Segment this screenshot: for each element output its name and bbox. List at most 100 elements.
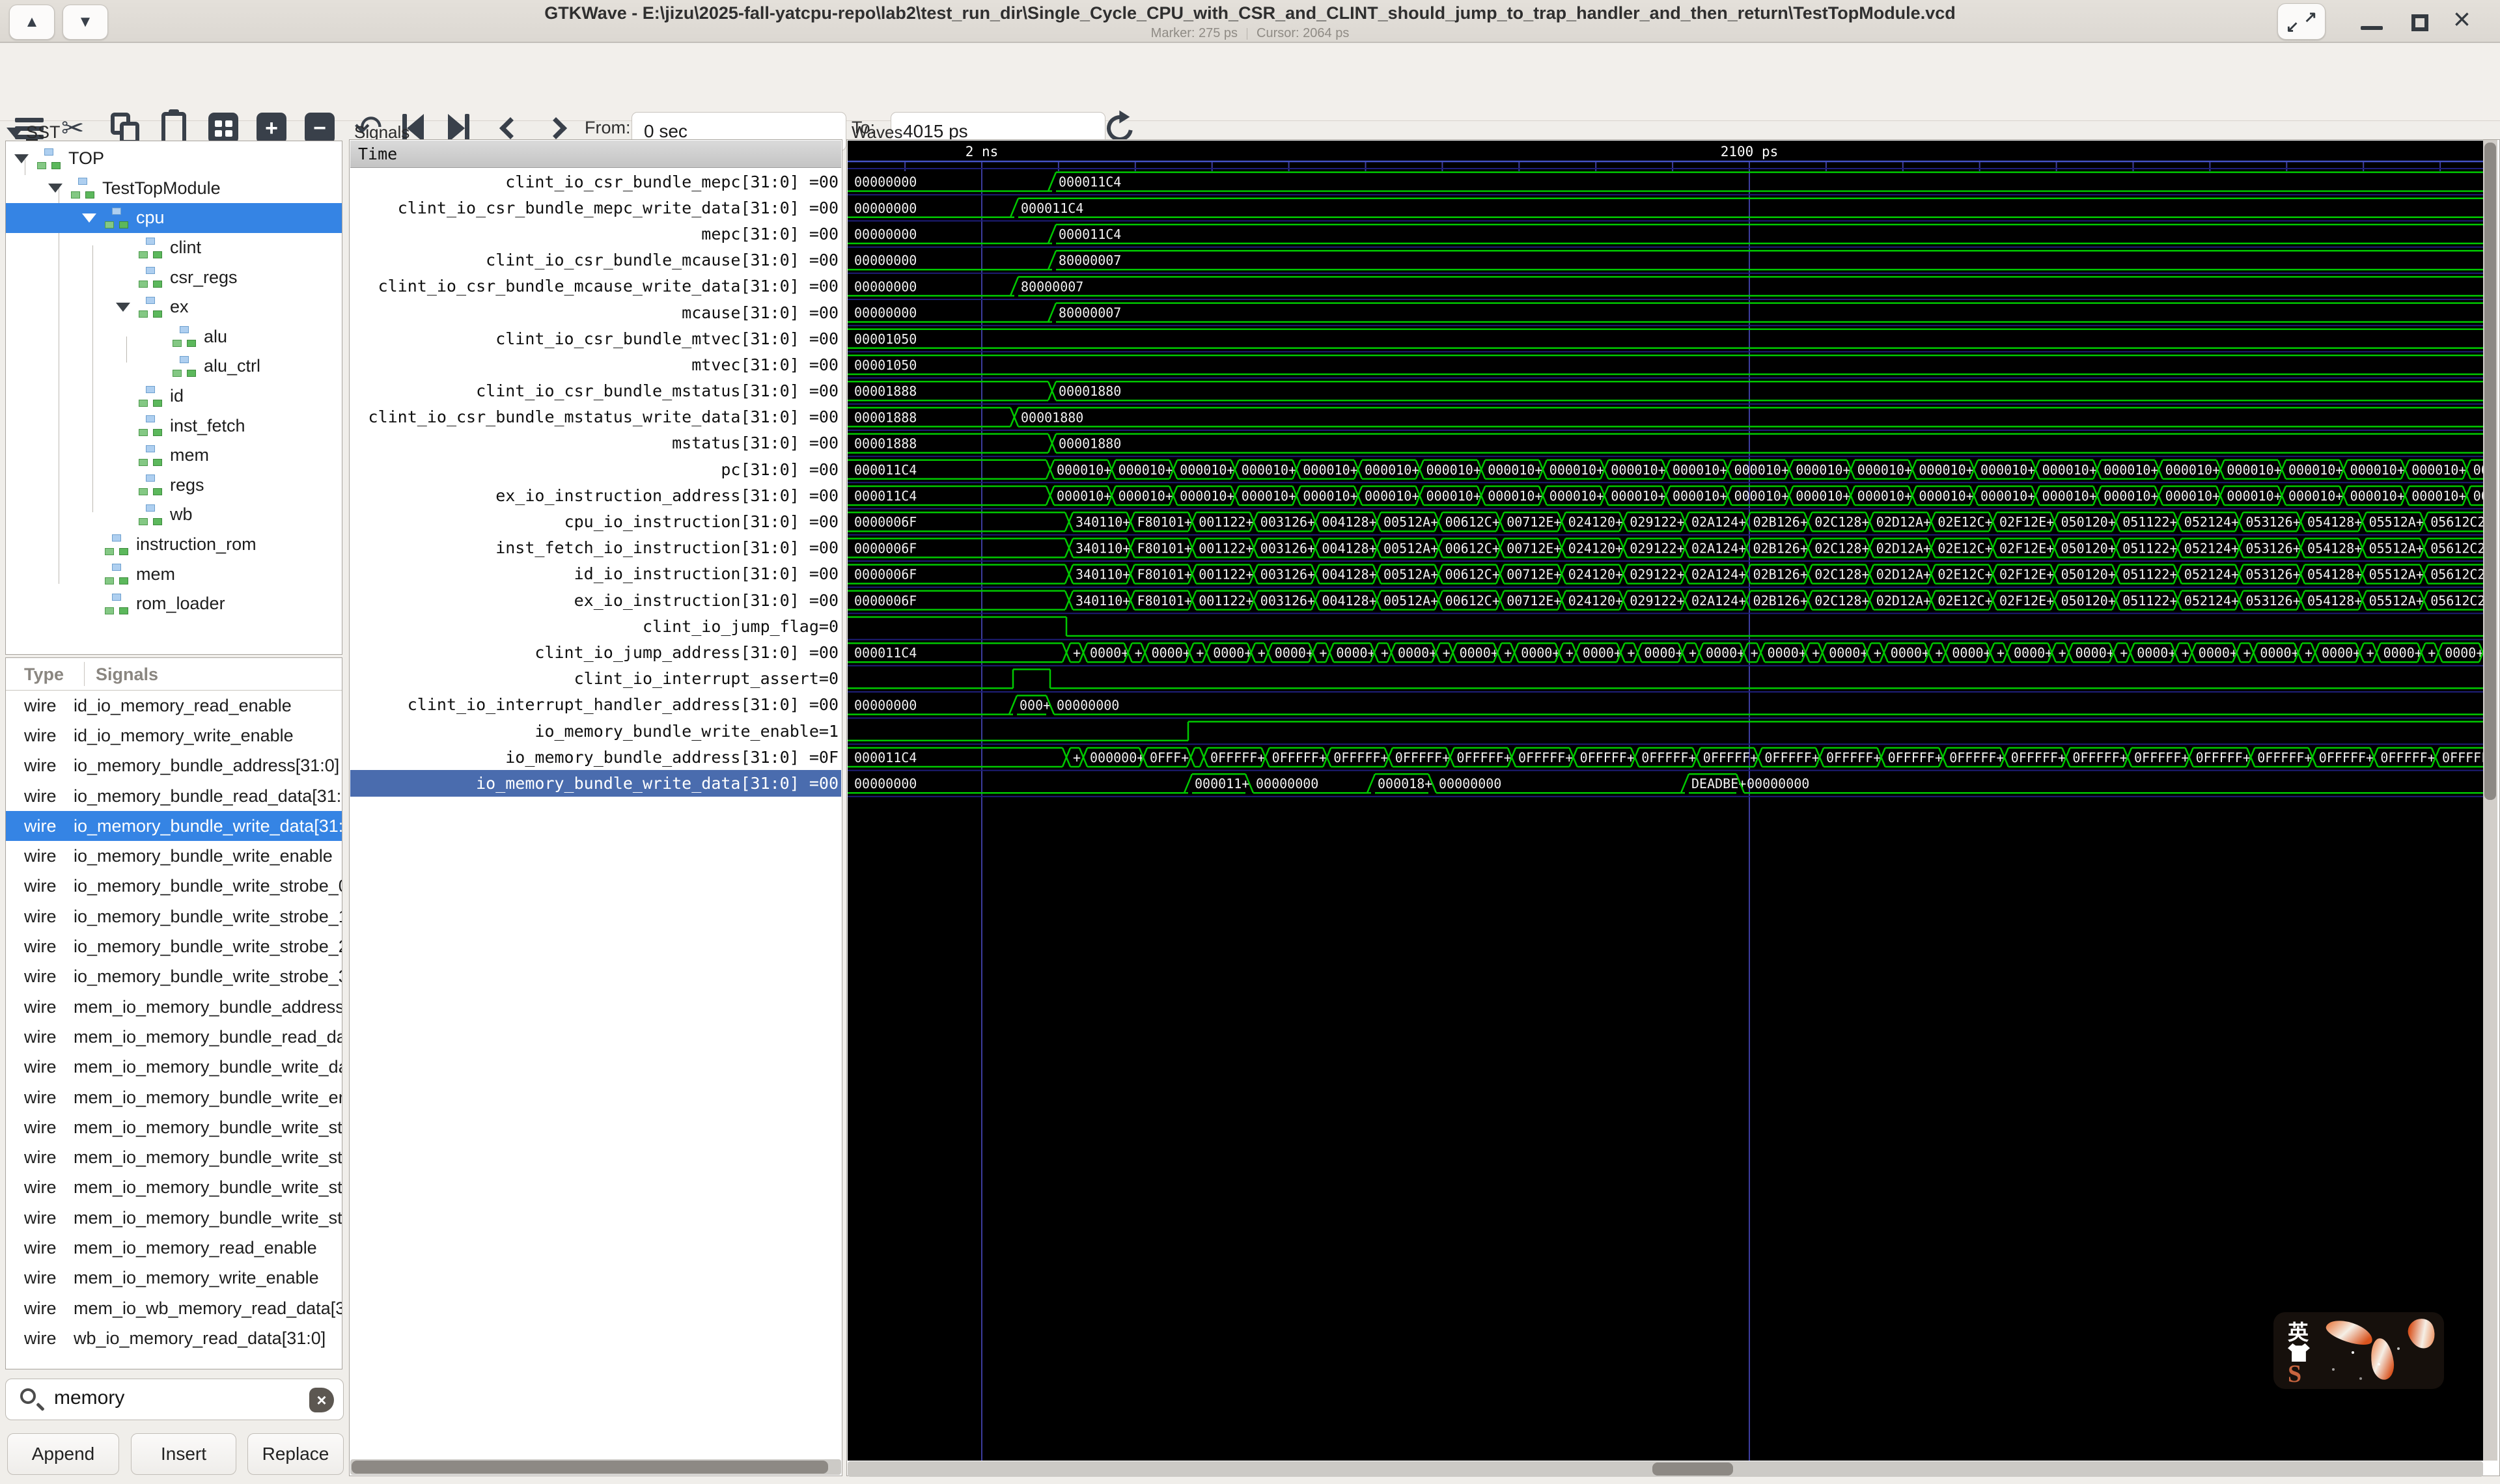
signal-list-item[interactable]: wire wb_io_memory_read_data[31:0]	[6, 1323, 342, 1353]
signal-list-item[interactable]: wire io_memory_bundle_write_enable	[6, 841, 342, 871]
wave-signal-name-row[interactable]: mstatus[31:0] =00	[350, 430, 841, 456]
insert-button[interactable]: Insert	[131, 1433, 236, 1475]
expander-icon[interactable]	[46, 184, 64, 193]
wave-signal-name-row[interactable]: clint_io_csr_bundle_mcause[31:0] =00	[350, 247, 841, 273]
wave-signal-name-row[interactable]: mtvec[31:0] =00	[350, 351, 841, 378]
sidebar-item-TestTopModule[interactable]: TestTopModule	[6, 174, 342, 204]
waves-hscrollbar[interactable]	[848, 1461, 2483, 1477]
sidebar-item-instruction_rom[interactable]: instruction_rom	[6, 530, 342, 560]
svg-text:00000000: 00000000	[854, 174, 917, 190]
signal-list-item[interactable]: wire mem_io_memory_bundle_read_data[31:0]	[6, 1022, 342, 1052]
svg-text:000011C4: 000011C4	[1059, 174, 1121, 190]
wave-signal-name-row[interactable]: id_io_instruction[31:0] =00	[350, 561, 841, 587]
wave-signal-name-row[interactable]: mcause[31:0] =00	[350, 299, 841, 325]
svg-text:0000006F: 0000006F	[854, 567, 917, 583]
signal-list-item[interactable]: wire io_memory_bundle_write_data[31:0]	[6, 811, 342, 842]
signal-list-item[interactable]: wire mem_io_memory_read_enable	[6, 1233, 342, 1263]
wave-signal-name-row[interactable]: ex_io_instruction[31:0] =00	[350, 587, 841, 613]
sidebar-item-id[interactable]: id	[6, 381, 342, 411]
signal-list-item[interactable]: wire mem_io_memory_bundle_write_strobe_3	[6, 1203, 342, 1233]
wave-signal-name-row[interactable]: ex_io_instruction_address[31:0] =00	[350, 482, 841, 508]
signal-list-item[interactable]: wire io_memory_bundle_address[31:0]	[6, 751, 342, 781]
wave-signal-name-row[interactable]: clint_io_csr_bundle_mtvec[31:0] =00	[350, 325, 841, 351]
wave-signal-name-row[interactable]: clint_io_jump_address[31:0] =00	[350, 639, 841, 665]
ime-skin-icon[interactable]	[2288, 1343, 2310, 1362]
wave-signal-name-row[interactable]: clint_io_interrupt_assert=0	[350, 666, 841, 692]
sidebar-item-regs[interactable]: regs	[6, 471, 342, 501]
sidebar-item-mem[interactable]: mem	[6, 441, 342, 471]
waveform-canvas[interactable]: 2 ns 2100 ps 00000000 000011C4 00000000 00001…	[848, 141, 2483, 1461]
wave-signal-name-row[interactable]: io_memory_bundle_write_enable=1	[350, 718, 841, 744]
wave-signal-name-row[interactable]: clint_io_jump_flag=0	[350, 613, 841, 639]
sidebar-item-alu_ctrl[interactable]: alu_ctrl	[6, 351, 342, 381]
wave-signal-name-row[interactable]: clint_io_interrupt_handler_address[31:0]…	[350, 692, 841, 718]
wave-signal-name-row[interactable]: inst_fetch_io_instruction[31:0] =00	[350, 535, 841, 561]
sidebar-item-cpu[interactable]: cpu	[6, 203, 342, 233]
close-button[interactable]: ×	[2453, 1, 2471, 36]
time-header[interactable]: Time	[350, 141, 841, 168]
wave-signal-name-row[interactable]: cpu_io_instruction[31:0] =00	[350, 508, 841, 534]
sidebar-item-rom_loader[interactable]: rom_loader	[6, 589, 342, 619]
expander-icon[interactable]	[114, 302, 132, 312]
search-input[interactable]: memory	[54, 1387, 124, 1409]
signal-list-item[interactable]: wire mem_io_wb_memory_read_data[31:0]	[6, 1293, 342, 1323]
sidebar-item-csr_regs[interactable]: csr_regs	[6, 262, 342, 292]
maximize-button[interactable]	[2411, 14, 2428, 31]
append-button[interactable]: Append	[7, 1433, 119, 1475]
svg-text:05512A+: 05512A+	[2369, 593, 2424, 609]
signal-list-item[interactable]: wire mem_io_memory_bundle_write_enable	[6, 1082, 342, 1112]
wave-signal-name-row[interactable]: clint_io_csr_bundle_mcause_write_data[31…	[350, 273, 841, 299]
svg-text:050120+: 050120+	[2061, 540, 2116, 556]
signal-list-item[interactable]: wire mem_io_memory_bundle_write_strobe_2	[6, 1173, 342, 1203]
replace-button[interactable]: Replace	[247, 1433, 344, 1475]
ime-language-mode[interactable]: 英	[2288, 1316, 2309, 1346]
ime-toolbar[interactable]: 英 S	[2273, 1312, 2444, 1389]
signal-list-item[interactable]: wire io_memory_bundle_write_strobe_2	[6, 931, 342, 961]
sst-expander-icon[interactable]	[7, 128, 23, 138]
module-icon	[137, 296, 163, 318]
wave-signal-name-row[interactable]: clint_io_csr_bundle_mepc_write_data[31:0…	[350, 195, 841, 221]
wave-signal-name-row[interactable]: io_memory_bundle_write_data[31:0] =00	[350, 770, 841, 797]
signal-list-item[interactable]: wire mem_io_memory_bundle_address[31:0]	[6, 992, 342, 1022]
signal-list-item[interactable]: wire mem_io_memory_bundle_write_data[31:0…	[6, 1052, 342, 1082]
sidebar-item-alu[interactable]: alu	[6, 322, 342, 352]
svg-text:00000000: 00000000	[1439, 776, 1501, 791]
expander-icon[interactable]	[12, 154, 31, 163]
wave-signal-name-row[interactable]: clint_io_csr_bundle_mstatus_write_data[3…	[350, 404, 841, 430]
waves-vscrollbar[interactable]	[2483, 140, 2497, 1461]
minimize-button[interactable]	[2361, 26, 2383, 30]
sidebar-item-inst_fetch[interactable]: inst_fetch	[6, 411, 342, 441]
signal-list-item[interactable]: wire id_io_memory_read_enable	[6, 691, 342, 721]
wave-signal-name-row[interactable]: clint_io_csr_bundle_mstatus[31:0] =00	[350, 378, 841, 404]
clear-search-icon[interactable]: ×	[309, 1388, 334, 1412]
signal-list-item[interactable]: wire io_memory_bundle_read_data[31:0]	[6, 781, 342, 811]
module-icon	[104, 563, 130, 585]
signal-list-item[interactable]: wire id_io_memory_write_enable	[6, 721, 342, 750]
signal-search[interactable]: memory ×	[5, 1379, 344, 1420]
signal-list-item[interactable]: wire mem_io_memory_bundle_write_strobe_1	[6, 1142, 342, 1172]
wave-signal-name-row[interactable]: mepc[31:0] =00	[350, 221, 841, 247]
svg-text:+: +	[1258, 645, 1266, 661]
sst-tree: TOP TestTopModule cpu clint csr_regs ex alu alu…	[5, 141, 342, 655]
sidebar-item-clint[interactable]: clint	[6, 233, 342, 263]
signal-list-item[interactable]: wire mem_io_memory_write_enable	[6, 1263, 342, 1293]
wave-signal-name: cpu_io_instruction[31:0] =00	[564, 512, 839, 532]
sidebar-item-ex[interactable]: ex	[6, 292, 342, 322]
signal-list-item[interactable]: wire io_memory_bundle_write_strobe_3	[6, 962, 342, 992]
signal-list-item[interactable]: wire mem_io_memory_bundle_write_strobe_0	[6, 1112, 342, 1142]
ime-logo[interactable]: S	[2288, 1362, 2301, 1386]
signal-type: wire	[24, 816, 57, 836]
wave-signal-name-row[interactable]: io_memory_bundle_address[31:0] =0F	[350, 744, 841, 770]
signals-hscrollbar[interactable]	[350, 1459, 841, 1475]
svg-text:000010+: 000010+	[2165, 462, 2220, 478]
wave-signal-name-row[interactable]: pc[31:0] =00	[350, 456, 841, 482]
expander-icon[interactable]	[80, 213, 98, 223]
restore-window-button[interactable]: ↗ ↙	[2277, 3, 2326, 40]
wave-signal-name-row[interactable]: clint_io_csr_bundle_mepc[31:0] =00	[350, 169, 841, 195]
signal-list-item[interactable]: wire io_memory_bundle_write_strobe_1	[6, 901, 342, 931]
sidebar-item-wb[interactable]: wb	[6, 500, 342, 530]
sidebar-item-TOP[interactable]: TOP	[6, 144, 342, 174]
svg-text:000011C4: 000011C4	[1059, 227, 1121, 242]
signal-list-item[interactable]: wire io_memory_bundle_write_strobe_0	[6, 872, 342, 901]
sidebar-item-mem[interactable]: mem	[6, 559, 342, 589]
